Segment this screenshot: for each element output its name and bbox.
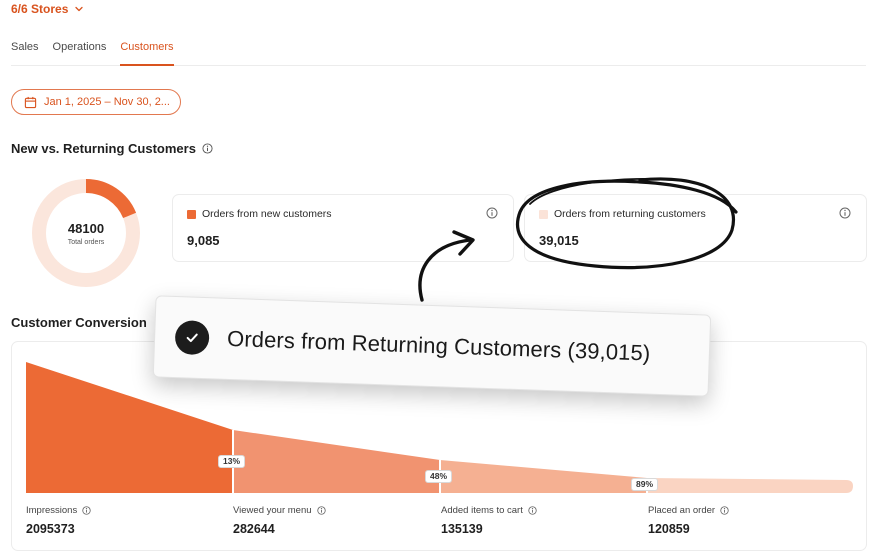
date-range-label: Jan 1, 2025 – Nov 30, 2...: [44, 96, 170, 108]
rate-tag-placed: 89%: [631, 478, 659, 491]
stage-placed-order: Placed an order 120859: [648, 505, 729, 536]
stage-value: 282644: [233, 522, 275, 536]
store-selector[interactable]: 6/6 Stores: [11, 2, 84, 16]
section-title-new-vs-returning: New vs. Returning Customers: [11, 141, 213, 156]
store-selector-label: 6/6 Stores: [11, 2, 69, 16]
stage-value: 2095373: [26, 522, 75, 536]
stage-label: Impressions: [26, 505, 78, 516]
stage-label: Placed an order: [648, 505, 716, 516]
stage-viewed-menu: Viewed your menu 282644: [233, 505, 326, 536]
date-range-picker[interactable]: Jan 1, 2025 – Nov 30, 2...: [11, 89, 181, 115]
conversion-title: Customer Conversion: [11, 315, 147, 330]
total-orders-donut: 48100 Total orders: [31, 178, 141, 288]
stage-added-to-cart: Added items to cart 135139: [441, 505, 537, 536]
info-icon[interactable]: [528, 506, 537, 515]
info-icon[interactable]: [202, 143, 213, 154]
total-orders-value: 48100: [67, 220, 105, 236]
info-icon[interactable]: [720, 506, 729, 515]
tab-bar: Sales Operations Customers: [11, 40, 866, 66]
total-orders-label: Total orders: [67, 238, 105, 246]
tab-customers[interactable]: Customers: [120, 40, 174, 66]
stage-label: Added items to cart: [441, 505, 523, 516]
returning-customers-card: Orders from returning customers 39,015: [524, 194, 867, 262]
info-icon[interactable]: [486, 207, 498, 219]
new-vs-returning-title: New vs. Returning Customers: [11, 141, 196, 156]
new-customers-value: 9,085: [187, 233, 220, 248]
funnel-stage-viewed: [233, 430, 440, 493]
chevron-down-icon: [75, 6, 84, 12]
stage-impressions: Impressions 2095373: [26, 505, 91, 536]
check-circle-icon: [174, 320, 210, 356]
rate-tag-added: 48%: [425, 470, 453, 483]
tab-sales[interactable]: Sales: [11, 40, 39, 66]
rate-tag-viewed: 13%: [218, 455, 246, 468]
calendar-icon: [24, 96, 37, 108]
returning-customers-label: Orders from returning customers: [554, 208, 706, 220]
new-customers-label: Orders from new customers: [202, 208, 332, 220]
toast-message: Orders from Returning Customers (39,015): [226, 325, 651, 366]
funnel-stage-impressions: [26, 362, 233, 493]
info-icon[interactable]: [82, 506, 91, 515]
info-icon[interactable]: [839, 207, 851, 219]
returning-customers-swatch: [539, 209, 548, 219]
stage-value: 135139: [441, 522, 483, 536]
stage-value: 120859: [648, 522, 690, 536]
stage-label: Viewed your menu: [233, 505, 312, 516]
tab-operations[interactable]: Operations: [53, 40, 107, 66]
section-title-conversion: Customer Conversion: [11, 315, 147, 330]
new-customers-card: Orders from new customers 9,085: [172, 194, 514, 262]
funnel-stage-added: [440, 460, 647, 493]
info-icon[interactable]: [316, 506, 326, 515]
funnel-stage-placed: [647, 478, 853, 493]
returning-customers-value: 39,015: [539, 233, 579, 248]
new-customers-swatch: [187, 209, 196, 219]
